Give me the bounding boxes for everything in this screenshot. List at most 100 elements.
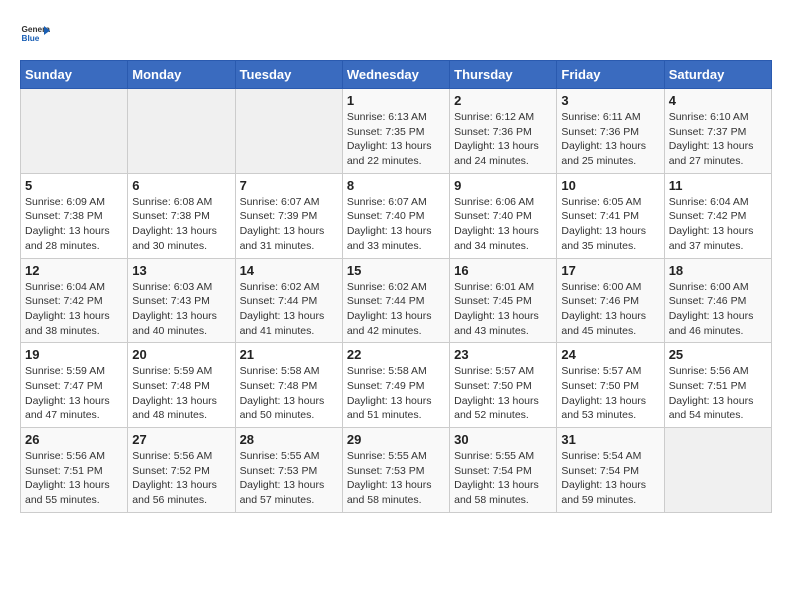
calendar-week-row: 12 Sunrise: 6:04 AMSunset: 7:42 PMDayligh…: [21, 258, 772, 343]
calendar-cell: 21 Sunrise: 5:58 AMSunset: 7:48 PMDayligh…: [235, 343, 342, 428]
cell-info: Sunrise: 5:59 AMSunset: 7:48 PMDaylight:…: [132, 364, 230, 423]
weekday-header-sunday: Sunday: [21, 61, 128, 89]
calendar-cell: 28 Sunrise: 5:55 AMSunset: 7:53 PMDayligh…: [235, 428, 342, 513]
day-number: 12: [25, 263, 123, 278]
calendar-cell: 22Sunrise: 5:58 AMSunset: 7:49 PMDayligh…: [342, 343, 449, 428]
day-number: 21: [240, 347, 338, 362]
calendar-cell: 20 Sunrise: 5:59 AMSunset: 7:48 PMDayligh…: [128, 343, 235, 428]
cell-info: Sunrise: 5:55 AMSunset: 7:53 PMDaylight:…: [240, 449, 338, 508]
day-number: 20: [132, 347, 230, 362]
day-number: 14: [240, 263, 338, 278]
svg-text:Blue: Blue: [22, 34, 40, 43]
calendar-cell: 11 Sunrise: 6:04 AMSunset: 7:42 PMDayligh…: [664, 173, 771, 258]
cell-info: Sunrise: 5:57 AMSunset: 7:50 PMDaylight:…: [454, 364, 552, 423]
cell-info: Sunrise: 6:06 AMSunset: 7:40 PMDaylight:…: [454, 195, 552, 254]
weekday-header-thursday: Thursday: [450, 61, 557, 89]
calendar-cell: 12 Sunrise: 6:04 AMSunset: 7:42 PMDayligh…: [21, 258, 128, 343]
cell-info: Sunrise: 6:05 AMSunset: 7:41 PMDaylight:…: [561, 195, 659, 254]
day-number: 27: [132, 432, 230, 447]
calendar-cell: 25 Sunrise: 5:56 AMSunset: 7:51 PMDayligh…: [664, 343, 771, 428]
day-number: 7: [240, 178, 338, 193]
day-number: 28: [240, 432, 338, 447]
calendar-cell: 31 Sunrise: 5:54 AMSunset: 7:54 PMDayligh…: [557, 428, 664, 513]
calendar-cell: [128, 89, 235, 174]
calendar-week-row: 26Sunrise: 5:56 AMSunset: 7:51 PMDayligh…: [21, 428, 772, 513]
calendar-cell: 18Sunrise: 6:00 AMSunset: 7:46 PMDayligh…: [664, 258, 771, 343]
calendar-week-row: 1Sunrise: 6:13 AMSunset: 7:35 PMDaylight…: [21, 89, 772, 174]
day-number: 26: [25, 432, 123, 447]
calendar-cell: 15 Sunrise: 6:02 AMSunset: 7:44 PMDayligh…: [342, 258, 449, 343]
cell-info: Sunrise: 5:57 AMSunset: 7:50 PMDaylight:…: [561, 364, 659, 423]
day-number: 8: [347, 178, 445, 193]
cell-info: Sunrise: 5:56 AMSunset: 7:52 PMDaylight:…: [132, 449, 230, 508]
calendar-cell: 5 Sunrise: 6:09 AMSunset: 7:38 PMDaylight…: [21, 173, 128, 258]
day-number: 17: [561, 263, 659, 278]
cell-info: Sunrise: 6:02 AMSunset: 7:44 PMDaylight:…: [240, 280, 338, 339]
cell-info: Sunrise: 6:12 AMSunset: 7:36 PMDaylight:…: [454, 110, 552, 169]
cell-info: Sunrise: 5:59 AMSunset: 7:47 PMDaylight:…: [25, 364, 123, 423]
cell-info: Sunrise: 6:07 AMSunset: 7:39 PMDaylight:…: [240, 195, 338, 254]
day-number: 16: [454, 263, 552, 278]
cell-info: Sunrise: 6:01 AMSunset: 7:45 PMDaylight:…: [454, 280, 552, 339]
day-number: 29: [347, 432, 445, 447]
cell-info: Sunrise: 5:58 AMSunset: 7:48 PMDaylight:…: [240, 364, 338, 423]
calendar-table: SundayMondayTuesdayWednesdayThursdayFrid…: [20, 60, 772, 513]
calendar-cell: 4Sunrise: 6:10 AMSunset: 7:37 PMDaylight…: [664, 89, 771, 174]
day-number: 23: [454, 347, 552, 362]
calendar-cell: 24 Sunrise: 5:57 AMSunset: 7:50 PMDayligh…: [557, 343, 664, 428]
calendar-cell: 7 Sunrise: 6:07 AMSunset: 7:39 PMDaylight…: [235, 173, 342, 258]
page-header: General Blue: [20, 20, 772, 50]
cell-info: Sunrise: 6:13 AMSunset: 7:35 PMDaylight:…: [347, 110, 445, 169]
cell-info: Sunrise: 5:54 AMSunset: 7:54 PMDaylight:…: [561, 449, 659, 508]
day-number: 5: [25, 178, 123, 193]
cell-info: Sunrise: 5:56 AMSunset: 7:51 PMDaylight:…: [669, 364, 767, 423]
day-number: 15: [347, 263, 445, 278]
day-number: 31: [561, 432, 659, 447]
calendar-week-row: 5 Sunrise: 6:09 AMSunset: 7:38 PMDaylight…: [21, 173, 772, 258]
cell-info: Sunrise: 5:58 AMSunset: 7:49 PMDaylight:…: [347, 364, 445, 423]
day-number: 9: [454, 178, 552, 193]
weekday-header-friday: Friday: [557, 61, 664, 89]
day-number: 30: [454, 432, 552, 447]
day-number: 2: [454, 93, 552, 108]
calendar-cell: 27 Sunrise: 5:56 AMSunset: 7:52 PMDayligh…: [128, 428, 235, 513]
day-number: 18: [669, 263, 767, 278]
cell-info: Sunrise: 6:10 AMSunset: 7:37 PMDaylight:…: [669, 110, 767, 169]
day-number: 25: [669, 347, 767, 362]
calendar-cell: 17 Sunrise: 6:00 AMSunset: 7:46 PMDayligh…: [557, 258, 664, 343]
calendar-cell: [21, 89, 128, 174]
calendar-cell: [664, 428, 771, 513]
weekday-header-tuesday: Tuesday: [235, 61, 342, 89]
calendar-cell: 6Sunrise: 6:08 AMSunset: 7:38 PMDaylight…: [128, 173, 235, 258]
day-number: 11: [669, 178, 767, 193]
calendar-cell: 3 Sunrise: 6:11 AMSunset: 7:36 PMDaylight…: [557, 89, 664, 174]
logo: General Blue: [20, 20, 50, 50]
cell-info: Sunrise: 6:00 AMSunset: 7:46 PMDaylight:…: [561, 280, 659, 339]
calendar-week-row: 19Sunrise: 5:59 AMSunset: 7:47 PMDayligh…: [21, 343, 772, 428]
day-number: 24: [561, 347, 659, 362]
calendar-cell: 30 Sunrise: 5:55 AMSunset: 7:54 PMDayligh…: [450, 428, 557, 513]
day-number: 3: [561, 93, 659, 108]
calendar-cell: [235, 89, 342, 174]
cell-info: Sunrise: 6:09 AMSunset: 7:38 PMDaylight:…: [25, 195, 123, 254]
cell-info: Sunrise: 5:55 AMSunset: 7:54 PMDaylight:…: [454, 449, 552, 508]
day-number: 10: [561, 178, 659, 193]
calendar-cell: 13Sunrise: 6:03 AMSunset: 7:43 PMDayligh…: [128, 258, 235, 343]
calendar-cell: 19Sunrise: 5:59 AMSunset: 7:47 PMDayligh…: [21, 343, 128, 428]
cell-info: Sunrise: 6:07 AMSunset: 7:40 PMDaylight:…: [347, 195, 445, 254]
calendar-cell: 2 Sunrise: 6:12 AMSunset: 7:36 PMDaylight…: [450, 89, 557, 174]
logo-icon: General Blue: [20, 20, 50, 50]
cell-info: Sunrise: 6:04 AMSunset: 7:42 PMDaylight:…: [25, 280, 123, 339]
cell-info: Sunrise: 6:04 AMSunset: 7:42 PMDaylight:…: [669, 195, 767, 254]
day-number: 6: [132, 178, 230, 193]
cell-info: Sunrise: 6:11 AMSunset: 7:36 PMDaylight:…: [561, 110, 659, 169]
cell-info: Sunrise: 5:55 AMSunset: 7:53 PMDaylight:…: [347, 449, 445, 508]
cell-info: Sunrise: 6:02 AMSunset: 7:44 PMDaylight:…: [347, 280, 445, 339]
calendar-cell: 10 Sunrise: 6:05 AMSunset: 7:41 PMDayligh…: [557, 173, 664, 258]
calendar-cell: 23 Sunrise: 5:57 AMSunset: 7:50 PMDayligh…: [450, 343, 557, 428]
day-number: 13: [132, 263, 230, 278]
calendar-cell: 9 Sunrise: 6:06 AMSunset: 7:40 PMDaylight…: [450, 173, 557, 258]
weekday-header-row: SundayMondayTuesdayWednesdayThursdayFrid…: [21, 61, 772, 89]
calendar-header: SundayMondayTuesdayWednesdayThursdayFrid…: [21, 61, 772, 89]
calendar-cell: 8 Sunrise: 6:07 AMSunset: 7:40 PMDaylight…: [342, 173, 449, 258]
